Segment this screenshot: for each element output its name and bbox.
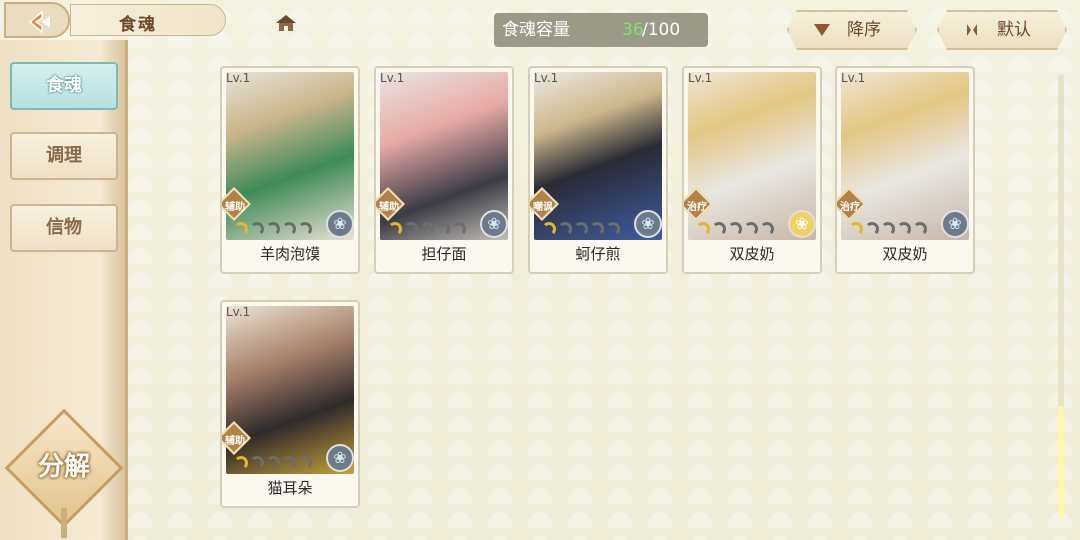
card-name: 双皮奶 <box>729 245 775 263</box>
role-label: 嘲讽 <box>533 202 553 213</box>
star-icon <box>452 222 466 236</box>
role-badge: 治疗 <box>837 187 866 221</box>
star-icon <box>590 222 604 236</box>
star-icon <box>849 222 863 236</box>
food-soul-card[interactable]: Lv.1 治疗 双皮奶 <box>682 66 822 274</box>
role-badge: 辅助 <box>222 421 251 455</box>
star-icon <box>266 222 280 236</box>
element-flower-icon <box>326 210 354 238</box>
star-icon <box>696 222 710 236</box>
star-icon <box>298 456 312 470</box>
element-flower-icon <box>480 210 508 238</box>
role-label: 辅助 <box>225 436 245 447</box>
star-icon <box>542 222 556 236</box>
star-icon <box>266 456 280 470</box>
role-label: 治疗 <box>840 202 860 213</box>
element-flower-icon <box>941 210 969 238</box>
sort-order-button[interactable]: 降序 <box>787 10 917 50</box>
star-icon <box>250 222 264 236</box>
role-badge: 嘲讽 <box>530 187 559 221</box>
card-name: 猫耳朵 <box>267 479 313 497</box>
food-soul-card[interactable]: Lv.1 辅助 羊肉泡馍 <box>220 66 360 274</box>
card-name: 蚵仔煎 <box>575 245 621 263</box>
star-icon <box>897 222 911 236</box>
decompose-label[interactable]: 分解 <box>22 446 106 483</box>
star-icon <box>744 222 758 236</box>
tab-shihun[interactable]: 食魂 <box>10 62 118 110</box>
capacity-total: /100 <box>642 20 681 40</box>
home-icon[interactable] <box>275 13 297 33</box>
star-icon <box>760 222 774 236</box>
star-icon <box>420 222 434 236</box>
sort-default-label: 默认 <box>997 20 1031 40</box>
star-icon <box>728 222 742 236</box>
card-level: Lv.1 <box>380 71 405 85</box>
star-icon <box>234 456 248 470</box>
food-soul-card[interactable]: Lv.1 嘲讽 蚵仔煎 <box>528 66 668 274</box>
card-level: Lv.1 <box>841 71 866 85</box>
card-level: Lv.1 <box>226 71 251 85</box>
star-icon <box>298 222 312 236</box>
food-soul-card[interactable]: Lv.1 治疗 双皮奶 <box>835 66 975 274</box>
star-icon <box>606 222 620 236</box>
star-rating <box>849 220 945 236</box>
triangle-down-icon <box>813 22 831 38</box>
filter-arrows-icon <box>963 22 981 38</box>
star-icon <box>865 222 879 236</box>
role-badge: 治疗 <box>684 187 713 221</box>
tassel-decoration <box>61 508 67 538</box>
back-button[interactable] <box>4 2 70 38</box>
element-flower-icon <box>326 444 354 472</box>
capacity-display: 食魂容量 36 /100 <box>494 13 708 47</box>
star-icon <box>404 222 418 236</box>
star-icon <box>574 222 588 236</box>
back-arrow-icon <box>28 10 50 34</box>
top-bar: 食魂 食魂容量 36 /100 降序 默认 <box>0 0 1080 44</box>
card-level: Lv.1 <box>688 71 713 85</box>
food-soul-card[interactable]: Lv.1 辅助 担仔面 <box>374 66 514 274</box>
star-icon <box>436 222 450 236</box>
star-rating <box>234 454 330 470</box>
page-title: 食魂 <box>119 15 157 35</box>
role-badge: 辅助 <box>376 187 405 221</box>
element-flower-icon <box>788 210 816 238</box>
tab-xinwu[interactable]: 信物 <box>10 204 118 252</box>
star-rating <box>234 220 330 236</box>
role-label: 治疗 <box>687 202 707 213</box>
card-level: Lv.1 <box>534 71 559 85</box>
star-rating <box>388 220 484 236</box>
title-plate: 食魂 <box>70 4 296 36</box>
star-icon <box>388 222 402 236</box>
food-soul-card[interactable]: Lv.1 辅助 猫耳朵 <box>220 300 360 508</box>
star-rating <box>696 220 792 236</box>
role-badge: 辅助 <box>222 187 251 221</box>
star-icon <box>282 456 296 470</box>
star-icon <box>250 456 264 470</box>
star-icon <box>234 222 248 236</box>
capacity-current: 36 <box>622 20 644 40</box>
star-icon <box>558 222 572 236</box>
capacity-label: 食魂容量 <box>502 20 570 40</box>
sort-default-button[interactable]: 默认 <box>937 10 1067 50</box>
star-icon <box>881 222 895 236</box>
role-label: 辅助 <box>225 202 245 213</box>
star-rating <box>542 220 638 236</box>
scrollbar-thumb[interactable] <box>1058 406 1064 518</box>
card-name: 担仔面 <box>421 245 467 263</box>
tab-tiaoli[interactable]: 调理 <box>10 132 118 180</box>
role-label: 辅助 <box>379 202 399 213</box>
card-name: 双皮奶 <box>882 245 928 263</box>
star-icon <box>712 222 726 236</box>
card-name: 羊肉泡馍 <box>259 245 320 263</box>
star-icon <box>913 222 927 236</box>
sort-order-label: 降序 <box>847 20 881 40</box>
star-icon <box>282 222 296 236</box>
card-level: Lv.1 <box>226 305 251 319</box>
element-flower-icon <box>634 210 662 238</box>
